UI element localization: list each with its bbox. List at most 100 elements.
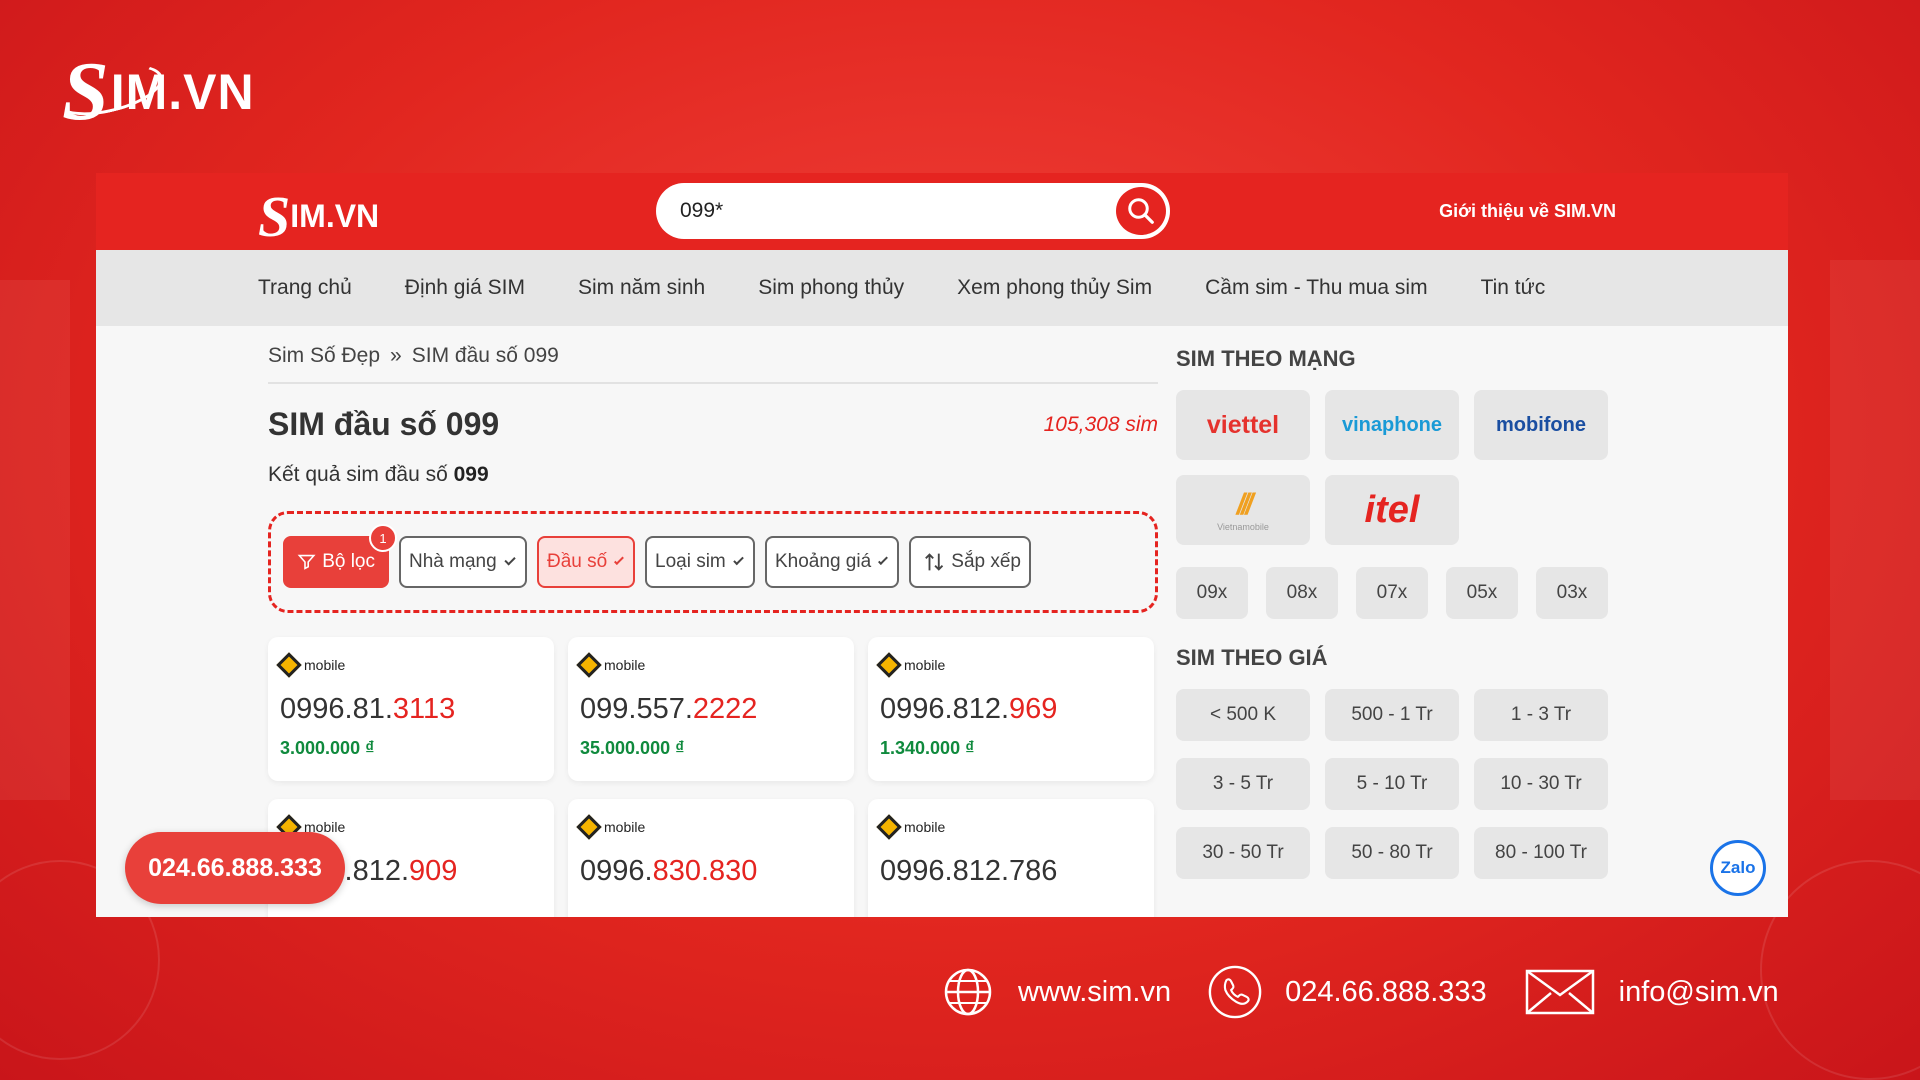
- result-text: Kết quả sim đầu số 099: [268, 463, 489, 486]
- sim-price: 35.000.000 ₫: [580, 738, 685, 758]
- sim-price: 3.000.000 ₫: [280, 738, 375, 758]
- chevron-down-icon: [878, 555, 888, 565]
- price-range-item[interactable]: 80 - 100 Tr: [1474, 827, 1608, 879]
- gmobile-icon: [576, 814, 602, 840]
- breadcrumb: Sim Số Đẹp » SIM đầu số 099: [268, 326, 1158, 384]
- gmobile-icon: [876, 814, 902, 840]
- operator-viettel[interactable]: viettel: [1176, 390, 1310, 460]
- mail-icon: [1523, 964, 1597, 1020]
- carrier-logo: mobile: [876, 814, 1142, 840]
- price-range-item[interactable]: 1 - 3 Tr: [1474, 689, 1608, 741]
- sim-number: 0996.812.969: [880, 693, 1058, 725]
- globe-icon: [940, 964, 996, 1020]
- sim-card[interactable]: mobile 0996.830.830: [568, 799, 854, 917]
- filter-button[interactable]: Bộ lọc 1: [283, 524, 397, 588]
- price-range-item[interactable]: 10 - 30 Tr: [1474, 758, 1608, 810]
- chevron-down-icon: [614, 555, 624, 565]
- carrier-logo: mobile: [876, 652, 1142, 678]
- sim-card[interactable]: mobile 0996.81.3113 3.000.000 ₫: [268, 637, 554, 781]
- breadcrumb-current: SIM đầu số 099: [411, 344, 559, 367]
- price-range-item[interactable]: 50 - 80 Tr: [1325, 827, 1459, 879]
- sim-card[interactable]: mobile 0996.812.786: [868, 799, 1154, 917]
- search-input[interactable]: [680, 199, 1100, 223]
- gmobile-icon: [876, 652, 902, 678]
- operator-vinaphone[interactable]: vinaphone: [1325, 390, 1459, 460]
- nav-home[interactable]: Trang chủ: [258, 276, 352, 300]
- breadcrumb-home[interactable]: Sim Số Đẹp: [268, 344, 380, 367]
- hotline-button[interactable]: 024.66.888.333: [125, 832, 345, 904]
- filter-count-badge: 1: [369, 524, 397, 552]
- price-grid: < 500 K 500 - 1 Tr 1 - 3 Tr 3 - 5 Tr 5 -…: [1176, 689, 1616, 879]
- result-count: 105,308 sim: [1043, 412, 1158, 436]
- site-header: SIM.VN Giới thiệu về SIM.VN: [96, 173, 1788, 250]
- sim-list: mobile 0996.81.3113 3.000.000 ₫ mobile 0…: [268, 637, 1158, 917]
- bg-decoration: [0, 280, 70, 800]
- price-range-item[interactable]: < 500 K: [1176, 689, 1310, 741]
- sim-number: 0996.81.3113: [280, 693, 456, 725]
- sim-card[interactable]: mobile 099.557.2222 35.000.000 ₫: [568, 637, 854, 781]
- phone-icon: [1207, 964, 1263, 1020]
- carrier-logo: mobile: [576, 814, 842, 840]
- nav-pawn[interactable]: Cầm sim - Thu mua sim: [1205, 276, 1427, 300]
- footer-contacts: www.sim.vn 024.66.888.333 info@sim.vn: [940, 964, 1815, 1020]
- main-nav: Trang chủ Định giá SIM Sim năm sinh Sim …: [96, 250, 1788, 326]
- sort-button[interactable]: Sắp xếp: [909, 536, 1031, 588]
- browser-window: SIM.VN Giới thiệu về SIM.VN Trang chủ Đị…: [96, 173, 1788, 917]
- footer-email[interactable]: info@sim.vn: [1523, 964, 1779, 1020]
- nav-news[interactable]: Tin tức: [1481, 276, 1546, 300]
- search-icon: [1128, 198, 1154, 224]
- search-button[interactable]: [1116, 187, 1166, 235]
- operator-vietnamobile[interactable]: /// Vietnamobile: [1176, 475, 1310, 545]
- chevron-down-icon: [504, 554, 516, 566]
- nav-valuation[interactable]: Định giá SIM: [405, 276, 525, 300]
- price-range-item[interactable]: 3 - 5 Tr: [1176, 758, 1310, 810]
- nav-feng-shui[interactable]: Sim phong thủy: [758, 276, 904, 300]
- prefix-08x[interactable]: 08x: [1266, 567, 1338, 619]
- operator-grid: viettel vinaphone mobifone /// Vietnamob…: [1176, 390, 1616, 545]
- breadcrumb-separator: »: [390, 344, 402, 367]
- sim-price: 1.340.000 ₫: [880, 738, 975, 758]
- prefix-05x[interactable]: 05x: [1446, 567, 1518, 619]
- sim-number: 099.557.2222: [580, 693, 758, 725]
- funnel-icon: [297, 554, 316, 570]
- gmobile-icon: [576, 652, 602, 678]
- prefix-07x[interactable]: 07x: [1356, 567, 1428, 619]
- price-range-item[interactable]: 5 - 10 Tr: [1325, 758, 1459, 810]
- price-range-dropdown[interactable]: Khoảng giá: [765, 536, 899, 588]
- sim-number: 0996.830.830: [580, 855, 758, 887]
- prefix-09x[interactable]: 09x: [1176, 567, 1248, 619]
- price-range-item[interactable]: 500 - 1 Tr: [1325, 689, 1459, 741]
- operator-mobifone[interactable]: mobifone: [1474, 390, 1608, 460]
- network-section-title: SIM THEO MẠNG: [1176, 346, 1356, 371]
- gmobile-icon: [276, 652, 302, 678]
- bg-decoration: [1830, 260, 1920, 800]
- filter-bar: Bộ lọc 1 Nhà mạng Đầu số Loại sim Khoảng…: [268, 511, 1158, 613]
- outer-logo: S IM.VN: [50, 50, 255, 134]
- vietnamobile-icon: ///: [1236, 488, 1253, 521]
- footer-website[interactable]: www.sim.vn: [940, 964, 1171, 1020]
- sidebar: SIM THEO MẠNG viettel vinaphone mobifone…: [1176, 326, 1616, 879]
- price-range-item[interactable]: 30 - 50 Tr: [1176, 827, 1310, 879]
- sort-icon: [925, 553, 944, 571]
- page-title: SIM đầu số 099: [268, 406, 500, 442]
- prefix-grid: 09x 08x 07x 05x 03x: [1176, 567, 1616, 619]
- sim-number: 0996.812.786: [880, 855, 1058, 887]
- site-logo[interactable]: S IM.VN: [258, 183, 379, 250]
- chevron-down-icon: [732, 554, 744, 566]
- search-bar: [656, 183, 1170, 239]
- prefix-dropdown[interactable]: Đầu số: [537, 536, 635, 588]
- footer-phone[interactable]: 024.66.888.333: [1207, 964, 1487, 1020]
- zalo-button[interactable]: Zalo: [1710, 840, 1766, 896]
- prefix-03x[interactable]: 03x: [1536, 567, 1608, 619]
- nav-feng-shui-check[interactable]: Xem phong thủy Sim: [957, 276, 1152, 300]
- sim-card[interactable]: mobile 0996.812.969 1.340.000 ₫: [868, 637, 1154, 781]
- carrier-logo: mobile: [276, 652, 542, 678]
- nav-birth-year[interactable]: Sim năm sinh: [578, 276, 705, 300]
- operator-itel[interactable]: itel: [1325, 475, 1459, 545]
- main-content: Sim Số Đẹp » SIM đầu số 099 SIM đầu số 099…: [268, 326, 1158, 917]
- price-section-title: SIM THEO GIÁ: [1176, 645, 1328, 670]
- sim-type-dropdown[interactable]: Loại sim: [645, 536, 755, 588]
- carrier-logo: mobile: [576, 652, 842, 678]
- intro-link[interactable]: Giới thiệu về SIM.VN: [1439, 201, 1616, 222]
- network-dropdown[interactable]: Nhà mạng: [399, 536, 527, 588]
